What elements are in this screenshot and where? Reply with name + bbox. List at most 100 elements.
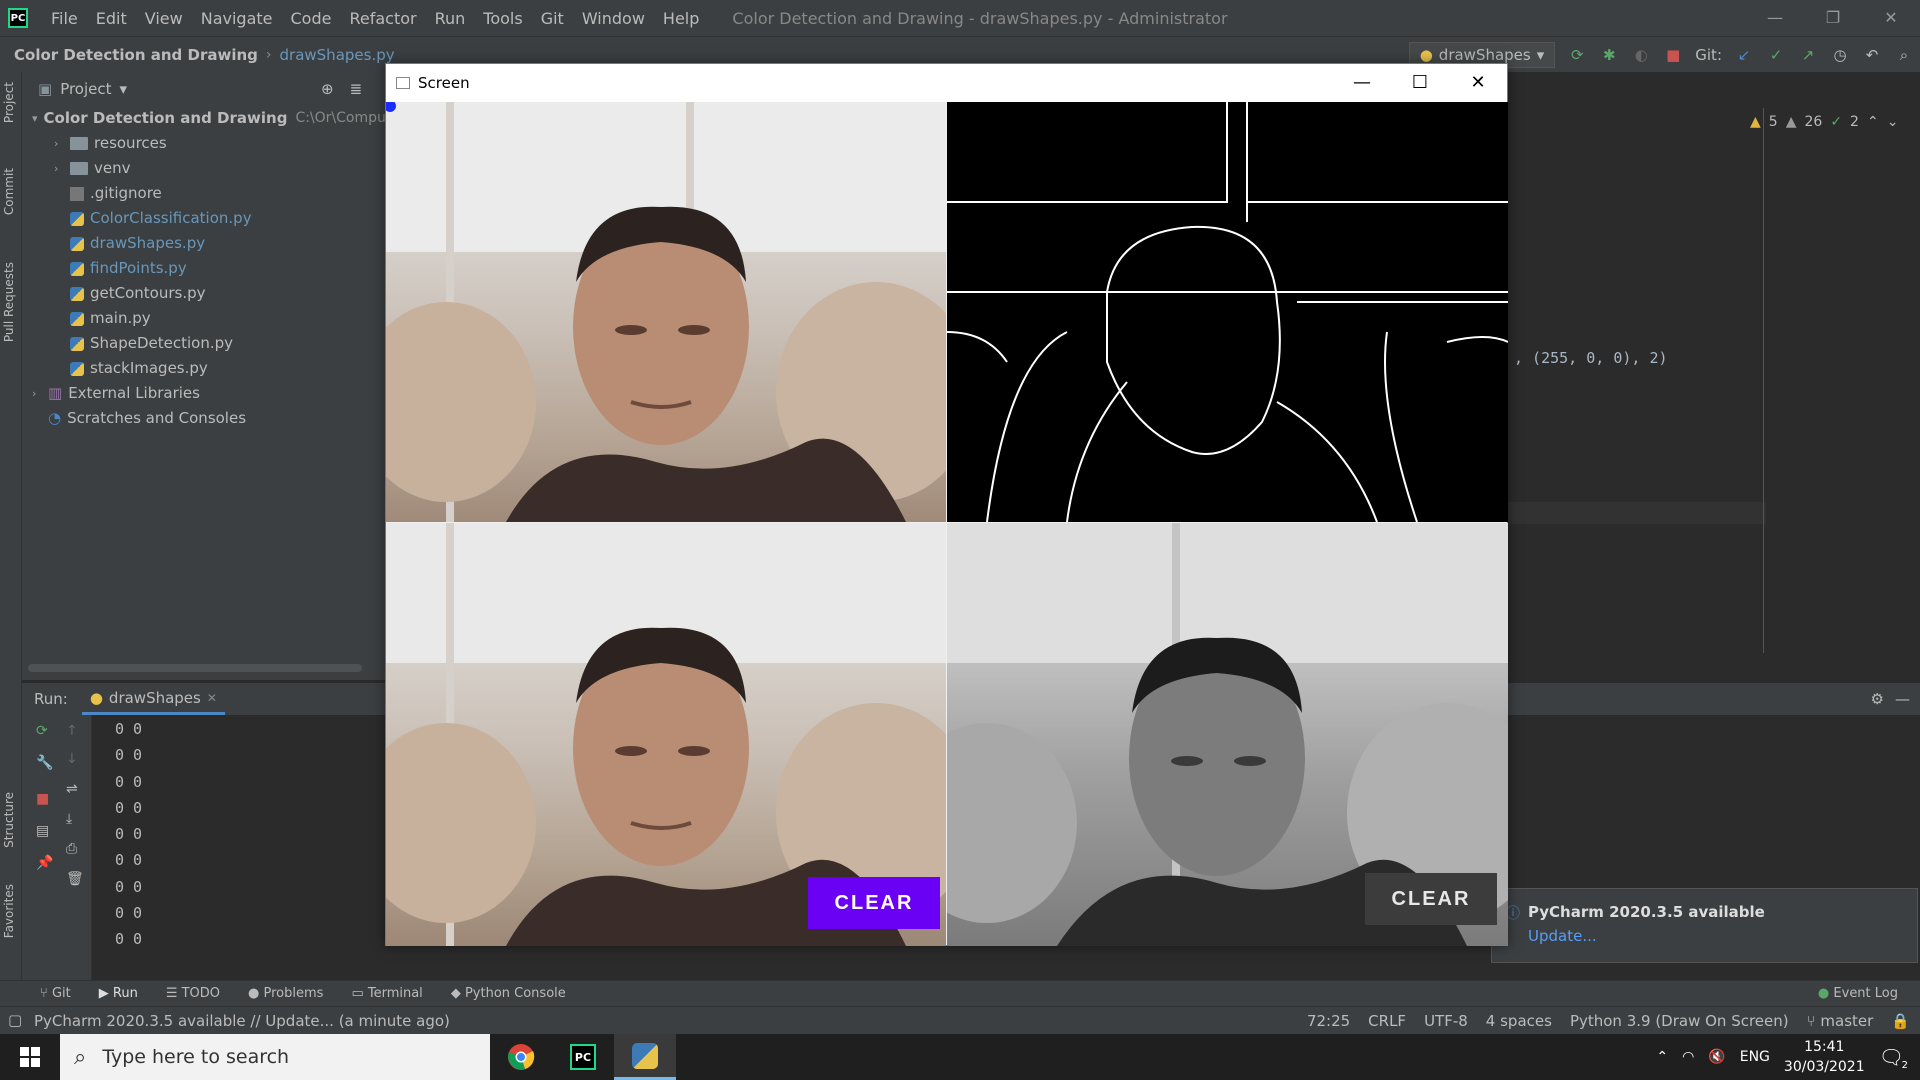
canny-edge-image[interactable] — [947, 102, 1508, 522]
minimize-icon[interactable]: — — [1746, 0, 1804, 36]
interpreter[interactable]: Python 3.9 (Draw On Screen) — [1570, 1012, 1789, 1030]
coverage-icon[interactable]: ◐ — [1631, 45, 1651, 65]
tree-root[interactable]: ▾ Color Detection and Drawing C:\Or\Comp… — [22, 106, 391, 131]
menu-file[interactable]: File — [42, 9, 87, 28]
python-taskbar-icon[interactable] — [614, 1034, 676, 1080]
tree-item-scratches[interactable]: ◔ Scratches and Consoles — [22, 406, 386, 431]
arrow-down-icon[interactable]: ↓ — [66, 751, 78, 767]
caret-position[interactable]: 72:25 — [1307, 1012, 1350, 1030]
tab-todo[interactable]: ☰ TODO — [166, 986, 220, 1001]
panel-toggle-icon[interactable]: ▢ — [8, 1011, 22, 1029]
tree-item-drawshapes[interactable]: drawShapes.py — [22, 231, 386, 256]
menu-code[interactable]: Code — [282, 9, 341, 28]
rerun-icon[interactable]: ⟳ — [1567, 45, 1587, 65]
rollback-icon[interactable]: ↶ — [1862, 45, 1882, 65]
tree-item-getcontours[interactable]: getContours.py — [22, 281, 386, 306]
settings-gear-icon[interactable]: ⚙ — [1871, 690, 1884, 708]
update-link[interactable]: Update... — [1528, 927, 1917, 945]
restore-icon[interactable]: ❐ — [1804, 0, 1862, 36]
status-message[interactable]: PyCharm 2020.3.5 available // Update... … — [0, 1012, 450, 1030]
wifi-icon[interactable]: ◠ — [1682, 1049, 1694, 1065]
sidebar-tab-favorites[interactable]: Favorites — [2, 884, 16, 938]
expand-arrow-icon[interactable]: › — [32, 381, 48, 406]
editor-area[interactable] — [1506, 108, 1920, 653]
taskbar-search-box[interactable]: ⌕ Type here to search — [60, 1034, 490, 1080]
webcam-drawing-image[interactable]: CLEAR — [386, 523, 946, 946]
pin-icon[interactable]: 📌 — [36, 855, 53, 871]
menu-window[interactable]: Window — [573, 9, 654, 28]
tree-item-shapedetection[interactable]: ShapeDetection.py — [22, 331, 386, 356]
search-icon[interactable]: ⌕ — [1894, 45, 1914, 65]
trash-icon[interactable]: 🗑 — [66, 871, 84, 887]
clear-button-gray[interactable]: CLEAR — [1365, 873, 1497, 925]
git-commit-icon[interactable]: ✓ — [1766, 45, 1786, 65]
menu-run[interactable]: Run — [426, 9, 475, 28]
input-language[interactable]: ENG — [1740, 1049, 1770, 1065]
expand-arrow-icon[interactable]: › — [54, 156, 70, 181]
chrome-icon[interactable] — [490, 1034, 552, 1080]
tab-python-console[interactable]: ◆ Python Console — [451, 986, 566, 1001]
menu-git[interactable]: Git — [532, 9, 573, 28]
chevron-up-icon[interactable]: ⌃ — [1656, 1049, 1668, 1065]
volume-muted-icon[interactable]: 🔇 — [1708, 1049, 1725, 1065]
expand-arrow-icon[interactable]: ▾ — [32, 106, 38, 131]
minimize-icon[interactable]: — — [1333, 64, 1391, 102]
clock[interactable]: 15:41 30/03/2021 — [1784, 1037, 1865, 1077]
chevron-up-icon[interactable]: ⌃ — [1867, 114, 1879, 130]
sidebar-tab-structure[interactable]: Structure — [2, 792, 16, 848]
layout-icon[interactable]: ▤ — [36, 823, 49, 839]
run-tab-drawshapes[interactable]: ● drawShapes ✕ — [81, 683, 225, 715]
breadcrumb-file[interactable]: drawShapes.py — [280, 46, 395, 64]
screen-window-titlebar[interactable]: Screen — ☐ ✕ — [386, 64, 1507, 102]
tab-run[interactable]: ▶ Run — [99, 986, 138, 1001]
soft-wrap-icon[interactable]: ⇌ — [66, 781, 78, 797]
pycharm-taskbar-icon[interactable]: PC — [552, 1034, 614, 1080]
tree-item-venv[interactable]: › venv — [22, 156, 386, 181]
arrow-up-icon[interactable]: ↑ — [66, 723, 78, 739]
chevron-down-icon[interactable]: ⌄ — [1887, 114, 1899, 130]
maximize-icon[interactable]: ☐ — [1391, 64, 1449, 102]
close-tab-icon[interactable]: ✕ — [207, 691, 217, 705]
indent-setting[interactable]: 4 spaces — [1486, 1012, 1552, 1030]
print-icon[interactable]: ⎙ — [66, 841, 77, 857]
git-update-icon[interactable]: ↙ — [1734, 45, 1754, 65]
breadcrumb-project[interactable]: Color Detection and Drawing — [0, 46, 258, 64]
tab-git[interactable]: ⑂ Git — [40, 986, 71, 1001]
tree-item-stackimages[interactable]: stackImages.py — [22, 356, 386, 381]
tree-item-colorclassification[interactable]: ColorClassification.py — [22, 206, 386, 231]
sidebar-tab-project[interactable]: Project — [2, 82, 16, 123]
scroll-to-end-icon[interactable]: ⤓ — [66, 811, 72, 827]
tree-item-external-libraries[interactable]: › ▥ External Libraries — [22, 381, 386, 406]
collapse-all-icon[interactable]: ≣ — [350, 80, 363, 98]
file-encoding[interactable]: UTF-8 — [1424, 1012, 1468, 1030]
menu-tools[interactable]: Tools — [474, 9, 531, 28]
close-icon[interactable]: ✕ — [1449, 64, 1507, 102]
event-log[interactable]: ● Event Log — [1818, 986, 1898, 1001]
project-panel-title[interactable]: Project — [60, 80, 111, 98]
lock-icon[interactable]: 🔒 — [1891, 1012, 1910, 1030]
webcam-color-image[interactable] — [386, 102, 946, 522]
menu-refactor[interactable]: Refactor — [340, 9, 425, 28]
menu-view[interactable]: View — [136, 9, 192, 28]
chevron-down-icon[interactable]: ▾ — [120, 80, 128, 98]
locate-icon[interactable]: ⊕ — [321, 80, 334, 98]
windows-start-icon[interactable] — [0, 1034, 60, 1080]
git-branch[interactable]: ⑂ master — [1807, 1012, 1874, 1030]
debug-icon[interactable]: ✱ — [1599, 45, 1619, 65]
clear-button-color[interactable]: CLEAR — [808, 877, 940, 929]
horizontal-scrollbar[interactable] — [28, 664, 362, 672]
hide-panel-icon[interactable]: — — [1895, 690, 1910, 708]
tree-item-resources[interactable]: › resources — [22, 131, 386, 156]
git-push-icon[interactable]: ↗ — [1798, 45, 1818, 65]
sidebar-tab-commit[interactable]: Commit — [2, 168, 16, 215]
stop-icon[interactable]: ■ — [1663, 45, 1683, 65]
inspection-widget[interactable]: ▲ 5 ▲ 26 ✓ 2 ⌃ ⌄ — [1750, 114, 1898, 130]
stop-icon[interactable]: ■ — [36, 791, 49, 807]
rerun-icon[interactable]: ⟳ — [36, 723, 48, 739]
tree-item-main[interactable]: main.py — [22, 306, 386, 331]
tree-item-findpoints[interactable]: findPoints.py — [22, 256, 386, 281]
menu-navigate[interactable]: Navigate — [192, 9, 282, 28]
wrench-icon[interactable]: 🔧 — [36, 755, 53, 771]
expand-arrow-icon[interactable]: › — [54, 131, 70, 156]
menu-help[interactable]: Help — [654, 9, 708, 28]
